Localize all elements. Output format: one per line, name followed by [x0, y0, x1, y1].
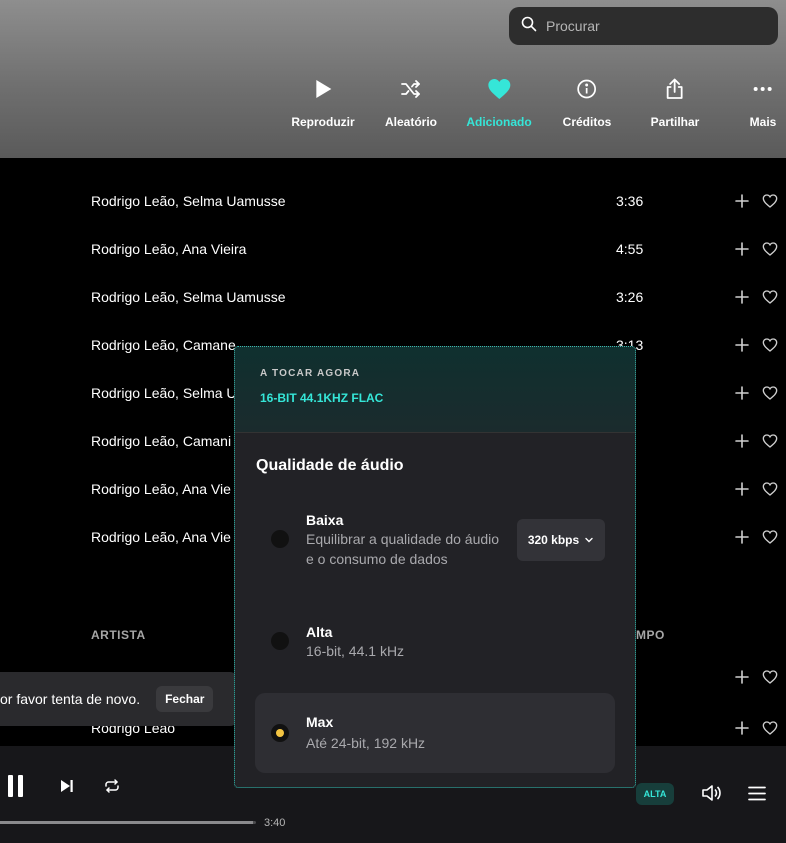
play-icon [313, 77, 333, 101]
option-name: Alta [306, 624, 333, 640]
track-time: 3:26 [616, 289, 644, 305]
favorite-heart-icon[interactable] [762, 433, 778, 449]
toast-message: or favor tenta de novo. [0, 691, 141, 707]
favorite-heart-icon[interactable] [762, 669, 778, 685]
favorite-heart-icon[interactable] [762, 241, 778, 257]
option-name: Max [306, 714, 334, 730]
add-to-playlist-icon[interactable] [734, 337, 750, 353]
add-to-playlist-icon[interactable] [734, 433, 750, 449]
add-to-playlist-icon[interactable] [734, 241, 750, 257]
track-row[interactable]: Rodrigo Leão, Ana Vieira 4:55 [0, 225, 786, 273]
audio-quality-title: Qualidade de áudio [256, 457, 404, 474]
favorite-heart-icon[interactable] [762, 529, 778, 545]
repeat-icon [105, 779, 119, 793]
track-artist: Rodrigo Leão, Camani [91, 433, 232, 449]
audio-quality-popup: A TOCAR AGORA 16-BIT 44.1KHZ FLAC Qualid… [234, 346, 636, 788]
search-box[interactable] [509, 7, 778, 45]
more-button[interactable]: Mais [749, 77, 777, 129]
track-artist: Rodrigo Leão, Camane [91, 337, 236, 353]
added-button[interactable]: Adicionado [466, 77, 532, 129]
column-header-artist: ARTISTA [91, 628, 146, 642]
search-input[interactable] [546, 18, 746, 34]
search-icon [521, 16, 537, 37]
more-icon [753, 77, 773, 101]
add-to-playlist-icon[interactable] [734, 481, 750, 497]
track-artist: Rodrigo Leão, Selma Uamusse [91, 193, 286, 209]
column-header-time: MPO [636, 628, 665, 642]
track-artist: Rodrigo Leão, Ana Vie [91, 481, 231, 497]
track-duration: 3:40 [264, 817, 286, 829]
option-desc: Equilibrar a qualidade do áudio e o cons… [306, 531, 500, 567]
radio-max[interactable] [271, 724, 289, 742]
add-to-playlist-icon[interactable] [734, 289, 750, 305]
share-label: Partilhar [650, 115, 700, 129]
volume-icon [702, 785, 721, 801]
menu-icon [748, 786, 766, 801]
option-desc: Até 24-bit, 192 kHz [306, 735, 426, 751]
favorite-heart-icon[interactable] [762, 337, 778, 353]
info-icon [577, 77, 597, 101]
quality-option-max[interactable]: Max Até 24-bit, 192 kHz [255, 693, 615, 773]
credits-label: Créditos [562, 115, 612, 129]
track-artist: Rodrigo Leão, Ana Vie [91, 529, 231, 545]
favorite-heart-icon[interactable] [762, 193, 778, 209]
favorite-heart-icon[interactable] [762, 720, 778, 736]
album-header: Reproduzir Aleatório Adicionado Créditos… [0, 0, 786, 158]
more-label: Mais [749, 115, 777, 129]
track-time: 3:36 [616, 193, 644, 209]
track-artist: Rodrigo Leão, Selma U [91, 385, 237, 401]
pause-icon [8, 775, 23, 797]
shuffle-button[interactable]: Aleatório [385, 77, 437, 129]
play-button[interactable]: Reproduzir [291, 77, 355, 129]
heart-filled-icon [487, 77, 511, 101]
share-button[interactable]: Partilhar [650, 77, 700, 129]
shuffle-label: Aleatório [384, 115, 438, 129]
skip-next-icon [61, 780, 73, 792]
share-icon [666, 77, 684, 101]
queue-button[interactable] [748, 786, 766, 806]
radio-high[interactable] [271, 632, 289, 650]
now-playing-format: 16-BIT 44.1KHZ FLAC [260, 391, 384, 405]
add-to-playlist-icon[interactable] [734, 385, 750, 401]
added-label: Adicionado [466, 115, 532, 129]
quality-badge[interactable]: ALTA [636, 783, 674, 805]
radio-low[interactable] [271, 530, 289, 548]
option-desc: 16-bit, 44.1 kHz [306, 643, 405, 659]
volume-button[interactable] [701, 784, 722, 807]
play-label: Reproduzir [291, 115, 355, 129]
quality-option-low[interactable]: Baixa Equilibrar a qualidade do áudio e … [255, 512, 615, 573]
favorite-heart-icon[interactable] [762, 385, 778, 401]
option-name: Baixa [306, 512, 344, 528]
track-artist: Rodrigo Leão, Selma Uamusse [91, 289, 286, 305]
track-row[interactable]: Rodrigo Leão, Selma Uamusse 3:36 [0, 177, 786, 225]
track-artist: Rodrigo Leão, Ana Vieira [91, 241, 247, 257]
chevron-down-icon [585, 537, 593, 543]
add-to-playlist-icon[interactable] [734, 720, 750, 736]
add-to-playlist-icon[interactable] [734, 193, 750, 209]
repeat-button[interactable] [104, 778, 120, 799]
now-playing-label: A TOCAR AGORA [260, 368, 361, 379]
now-playing-section: A TOCAR AGORA 16-BIT 44.1KHZ FLAC [235, 347, 635, 433]
progress-fill [0, 821, 254, 824]
next-button[interactable] [60, 779, 74, 798]
add-to-playlist-icon[interactable] [734, 529, 750, 545]
credits-button[interactable]: Créditos [562, 77, 612, 129]
add-to-playlist-icon[interactable] [734, 669, 750, 685]
track-row[interactable]: Rodrigo Leão, Selma Uamusse 3:26 [0, 273, 786, 321]
pause-button[interactable] [7, 774, 25, 803]
bitrate-dropdown[interactable]: 320 kbps [517, 519, 605, 561]
quality-option-high[interactable]: Alta 16-bit, 44.1 kHz [255, 623, 615, 663]
favorite-heart-icon[interactable] [762, 289, 778, 305]
toast-close-button[interactable]: Fechar [156, 686, 214, 712]
bitrate-value: 320 kbps [527, 533, 580, 547]
shuffle-icon [400, 77, 422, 101]
error-toast: or favor tenta de novo. Fechar [0, 672, 238, 726]
favorite-heart-icon[interactable] [762, 481, 778, 497]
track-time: 4:55 [616, 241, 644, 257]
progress-bar[interactable] [0, 821, 256, 824]
